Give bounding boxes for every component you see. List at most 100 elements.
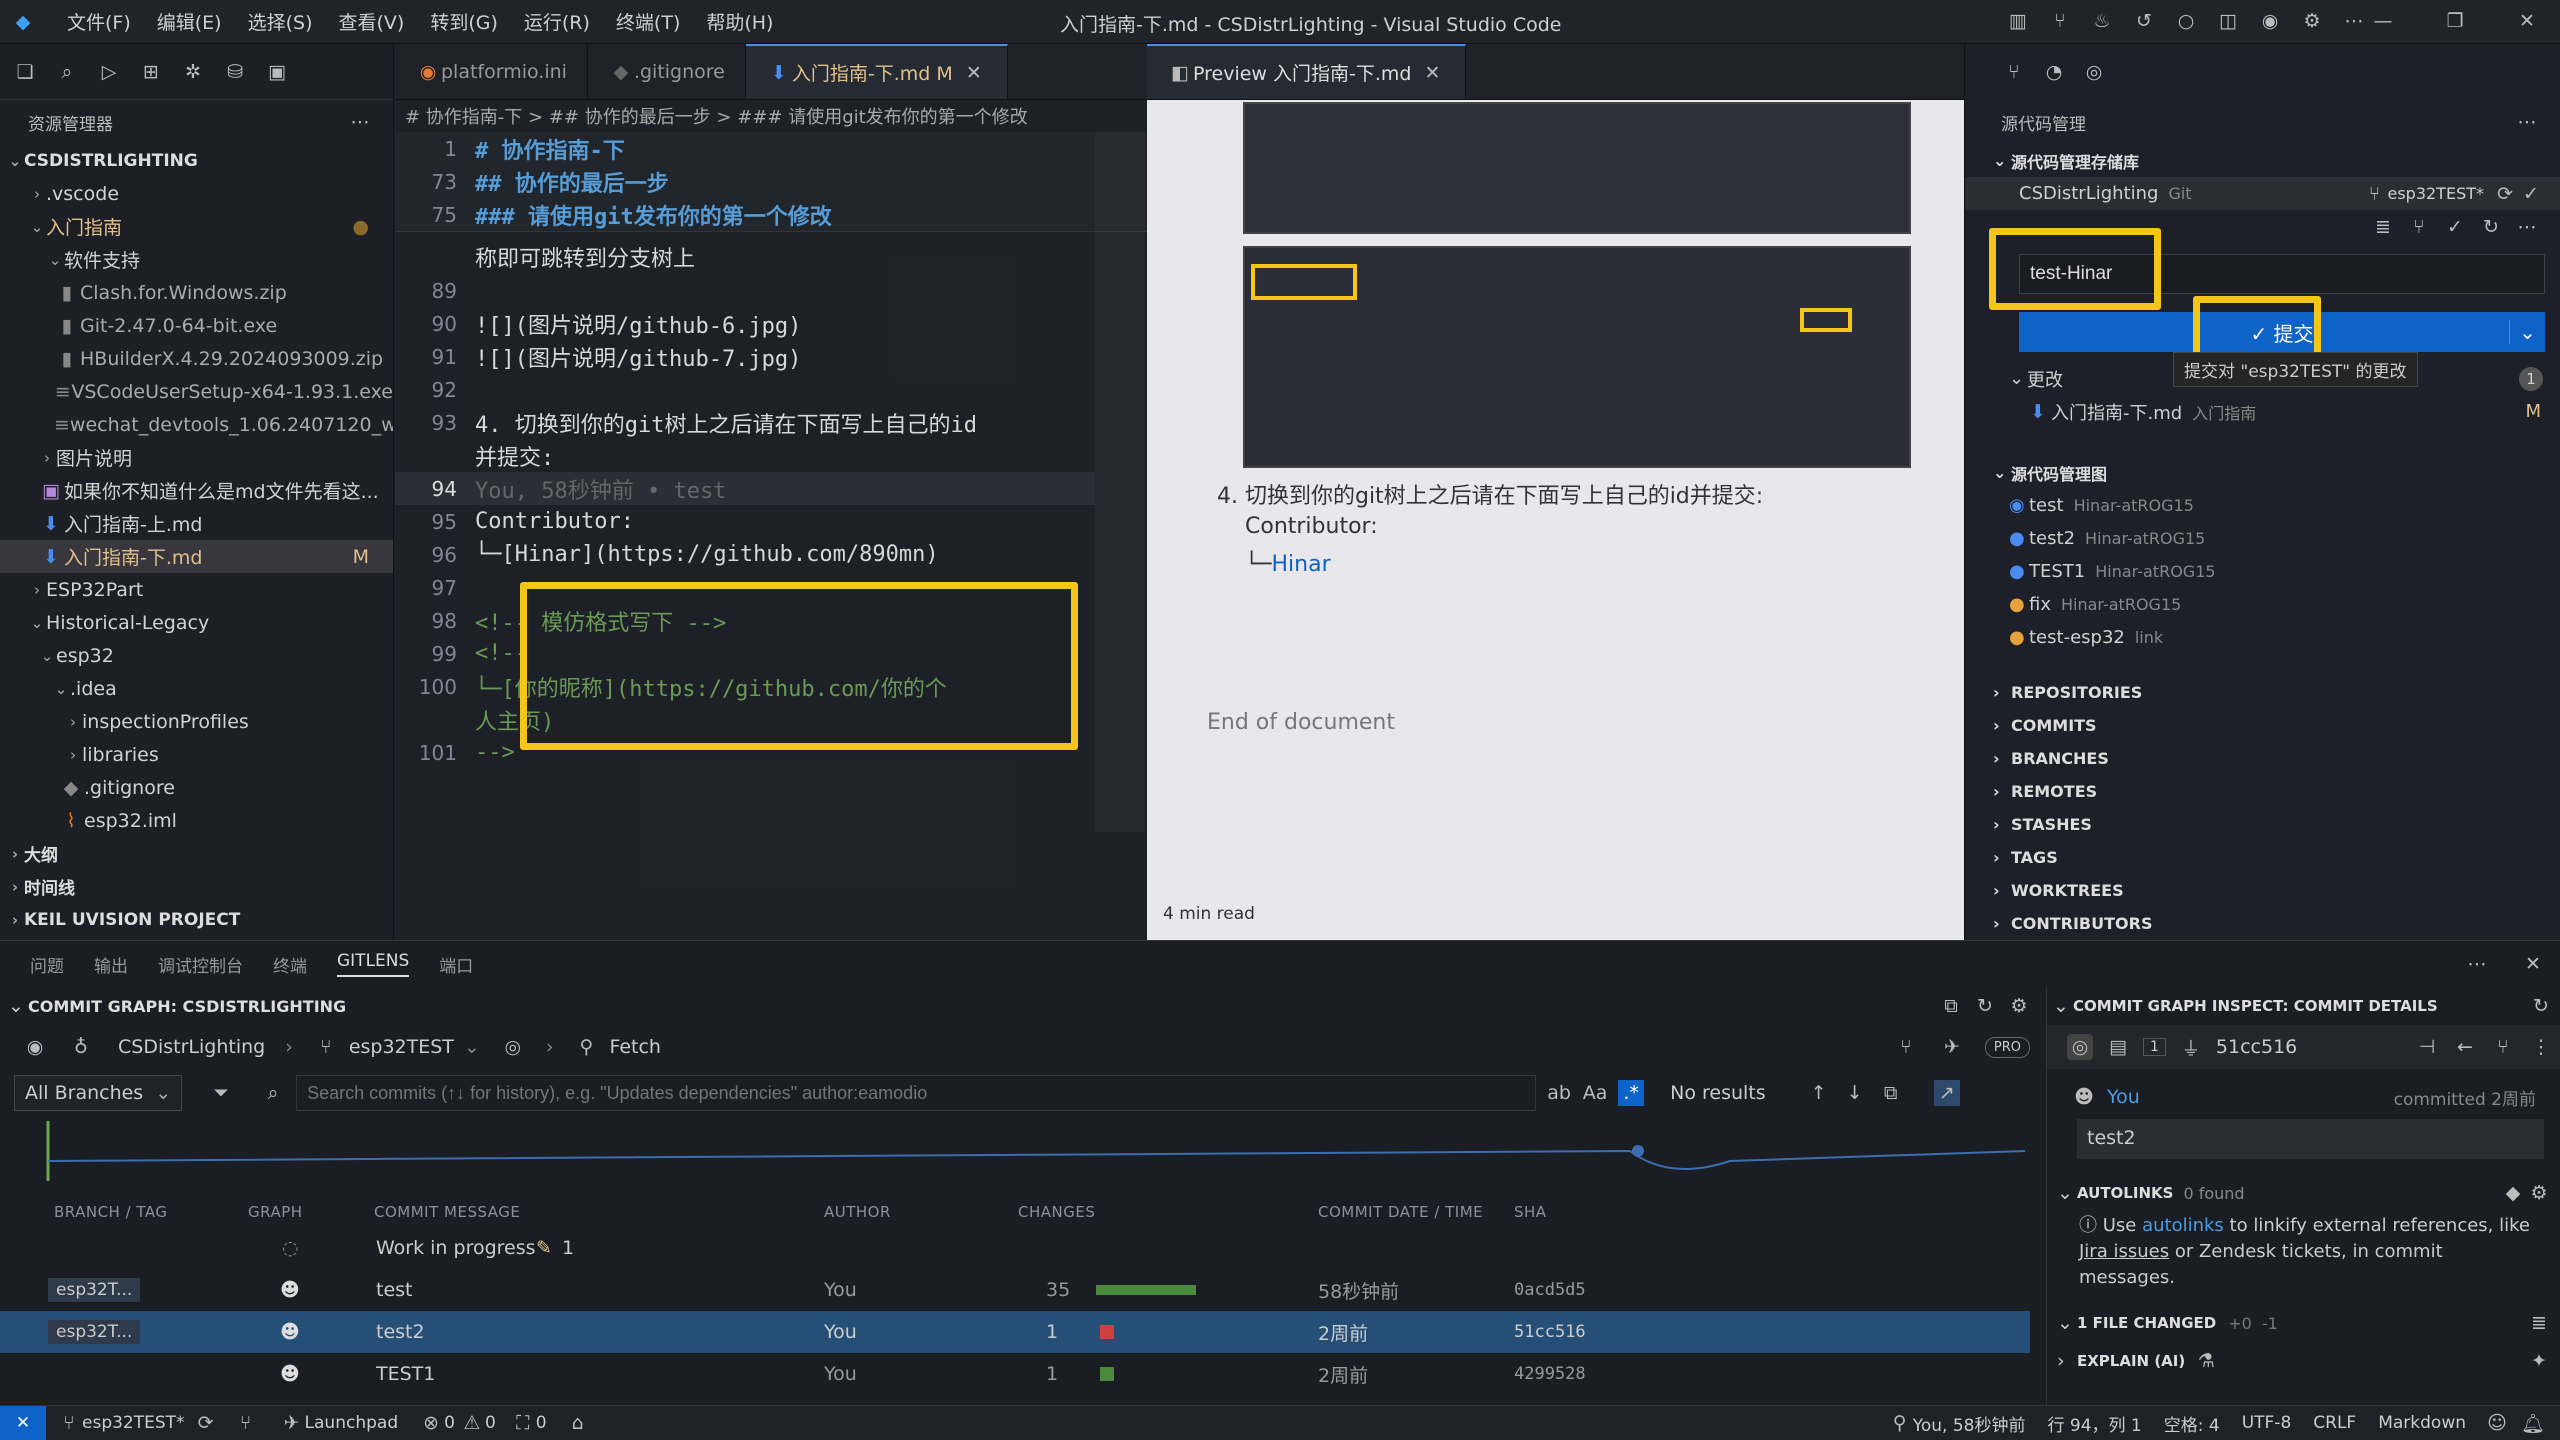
- graph-commit[interactable]: ● test2 Hinar-atROG15: [1965, 522, 2560, 555]
- sync-icon[interactable]: ⟳: [193, 1410, 219, 1436]
- timeline-icon[interactable]: ◔: [2041, 59, 2067, 85]
- graph-repo[interactable]: CSDistrLighting: [118, 1036, 265, 1058]
- files-icon[interactable]: ▤: [2105, 1034, 2131, 1060]
- gl-tags[interactable]: › TAGS: [1965, 841, 2560, 874]
- match-case-icon[interactable]: Aa: [1582, 1080, 1608, 1106]
- outline-section[interactable]: › 大纲: [0, 837, 393, 870]
- autolinks-link[interactable]: autolinks: [2142, 1215, 2224, 1236]
- gl-commits[interactable]: › COMMITS: [1965, 709, 2560, 742]
- prev-result-icon[interactable]: ↑: [1806, 1080, 1832, 1106]
- col-author[interactable]: AUTHOR: [824, 1203, 891, 1221]
- scm-more-icon[interactable]: ⋯: [2514, 109, 2540, 135]
- gitlens-icon[interactable]: ◎: [2081, 59, 2107, 85]
- scm-repos-header[interactable]: ⌄ 源代码管理存储库: [1965, 144, 2560, 177]
- diamond-icon[interactable]: ◆: [2500, 1180, 2526, 1206]
- tab-gitignore[interactable]: ◆ .gitignore: [588, 44, 746, 99]
- graph-commit[interactable]: ● TEST1 Hinar-atROG15: [1965, 555, 2560, 588]
- lightbulb-icon[interactable]: ♨: [2089, 8, 2115, 34]
- gl-branches[interactable]: › BRANCHES: [1965, 742, 2560, 775]
- menu-edit[interactable]: 编辑(E): [144, 8, 235, 35]
- close-tab-icon[interactable]: ✕: [961, 60, 987, 86]
- copilot-icon[interactable]: ○: [2173, 8, 2199, 34]
- col-branch[interactable]: BRANCH / TAG: [54, 1203, 168, 1221]
- status-branch[interactable]: esp32TEST*: [82, 1413, 185, 1433]
- commit-dropdown-icon[interactable]: ⌄: [2509, 320, 2545, 344]
- panel-tab-debug[interactable]: 调试控制台: [158, 952, 243, 977]
- menu-selection[interactable]: 选择(S): [235, 8, 326, 35]
- regex-icon[interactable]: .*: [1618, 1080, 1645, 1106]
- toggle-panel-icon[interactable]: ◫: [2215, 8, 2241, 34]
- tree-folder[interactable]: › libraries: [0, 738, 393, 771]
- account-icon[interactable]: ◉: [2257, 8, 2283, 34]
- view-list-icon[interactable]: ≣: [2370, 214, 2396, 240]
- scm-graph-header[interactable]: ⌄ 源代码管理图: [1965, 456, 2560, 489]
- rocket-icon[interactable]: ✈: [279, 1410, 305, 1436]
- tree-file-active[interactable]: ⬇ 入门指南-下.md M: [0, 540, 393, 573]
- panel-tab-problems[interactable]: 问题: [30, 952, 64, 977]
- more-icon[interactable]: ⋯: [2514, 214, 2540, 240]
- restore-icon[interactable]: ❐: [2442, 8, 2468, 34]
- git-graph-icon[interactable]: ⑂: [2406, 214, 2432, 240]
- pull-request-icon[interactable]: ⑂: [1893, 1034, 1919, 1060]
- tree-file[interactable]: ▣ 如果你不知道什么是md文件先看这...: [0, 474, 393, 507]
- refresh-icon[interactable]: ↻: [1972, 993, 1998, 1019]
- workspace-root[interactable]: ⌄ CSDISTRLIGHTING: [0, 144, 393, 177]
- tree-file[interactable]: ⬇ 入门指南-上.md: [0, 507, 393, 540]
- status-encoding[interactable]: UTF-8: [2242, 1413, 2292, 1433]
- graph-search-input[interactable]: [296, 1075, 1537, 1111]
- status-spaces[interactable]: 空格: 4: [2164, 1411, 2220, 1436]
- launch-icon[interactable]: ✈: [1939, 1034, 1965, 1060]
- close-tab-icon[interactable]: ✕: [1419, 60, 1445, 86]
- col-date[interactable]: COMMIT DATE / TIME: [1318, 1203, 1483, 1221]
- jira-link[interactable]: Jira issues: [2079, 1241, 2169, 1262]
- tree-folder[interactable]: ⌄ Historical-Legacy: [0, 606, 393, 639]
- branch-icon[interactable]: ⑂: [2490, 1034, 2516, 1060]
- tab-preview[interactable]: ◧ Preview 入门指南-下.md ✕: [1147, 44, 1467, 99]
- graph-row[interactable]: esp32T... ☻ test You 35 58秒钟前 0acd5d5: [0, 1269, 2030, 1311]
- extensions-icon[interactable]: ⊞: [138, 59, 164, 85]
- history-icon[interactable]: ↺: [2131, 8, 2157, 34]
- tree-file[interactable]: ▮ HBuilderX.4.29.2024093009.zip: [0, 342, 393, 375]
- tree-folder-software[interactable]: ⌄ 软件支持: [0, 243, 393, 276]
- col-graph[interactable]: GRAPH: [248, 1203, 303, 1221]
- graph-row-wip[interactable]: ◌ Work in progress ✎ 1: [0, 1227, 2030, 1269]
- tree-folder-vscode[interactable]: › .vscode: [0, 177, 393, 210]
- status-language[interactable]: Markdown: [2378, 1413, 2466, 1433]
- commit-check-icon[interactable]: ✓: [2518, 181, 2544, 207]
- sync-icon[interactable]: ⟳: [2492, 181, 2518, 207]
- pin-icon[interactable]: ♁: [68, 1034, 94, 1060]
- remote-icon[interactable]: ▣: [264, 59, 290, 85]
- gear-icon[interactable]: ⚙: [2526, 1180, 2552, 1206]
- filter-icon[interactable]: ⏷: [208, 1080, 234, 1106]
- copilot-icon[interactable]: ☺: [2484, 1410, 2510, 1436]
- status-eol[interactable]: CRLF: [2313, 1413, 2356, 1433]
- tree-folder[interactable]: › inspectionProfiles: [0, 705, 393, 738]
- scm-repo-row[interactable]: CSDistrLighting Git ⑂ esp32TEST* ⟳ ✓: [1965, 177, 2560, 210]
- gl-repositories[interactable]: › REPOSITORIES: [1965, 676, 2560, 709]
- commit-icon[interactable]: ◎: [2067, 1034, 2093, 1060]
- sparkle-icon[interactable]: ✦: [2526, 1348, 2552, 1374]
- match-whole-word-icon[interactable]: ab: [1546, 1080, 1572, 1106]
- commit-button[interactable]: ✓ 提交 ⌄: [2019, 312, 2545, 352]
- home-icon[interactable]: ⌂: [565, 1410, 591, 1436]
- tree-folder[interactable]: › ESP32Part: [0, 573, 393, 606]
- back-icon[interactable]: ←: [2452, 1034, 2478, 1060]
- graph-row-selected[interactable]: esp32T... ☻ test2 You 1 2周前 51cc516: [0, 1311, 2030, 1353]
- gl-remotes[interactable]: › REMOTES: [1965, 775, 2560, 808]
- explorer-more-icon[interactable]: ⋯: [347, 109, 373, 135]
- menu-goto[interactable]: 转到(G): [417, 8, 511, 35]
- open-external-icon[interactable]: ⧉: [1938, 993, 1964, 1019]
- tab-rumen-xia[interactable]: ⬇ 入门指南-下.md M ✕: [745, 44, 1008, 99]
- graph-branch[interactable]: esp32TEST: [349, 1036, 454, 1058]
- graph-commit[interactable]: ◉ test Hinar-atROG15: [1965, 489, 2560, 522]
- run-debug-icon[interactable]: ▷: [96, 59, 122, 85]
- status-launchpad[interactable]: Launchpad: [305, 1413, 399, 1433]
- bug-icon[interactable]: ✲: [180, 59, 206, 85]
- tree-folder[interactable]: ⌄ .idea: [0, 672, 393, 705]
- tab-platformio[interactable]: ◉ platformio.ini: [395, 44, 588, 99]
- preview-link-hinar[interactable]: Hinar: [1272, 552, 1331, 577]
- gear-icon[interactable]: ⚙: [2006, 993, 2032, 1019]
- menu-view[interactable]: 查看(V): [326, 8, 418, 35]
- status-position[interactable]: 行 94，列 1: [2047, 1411, 2141, 1436]
- minimize-icon[interactable]: —: [2370, 8, 2396, 34]
